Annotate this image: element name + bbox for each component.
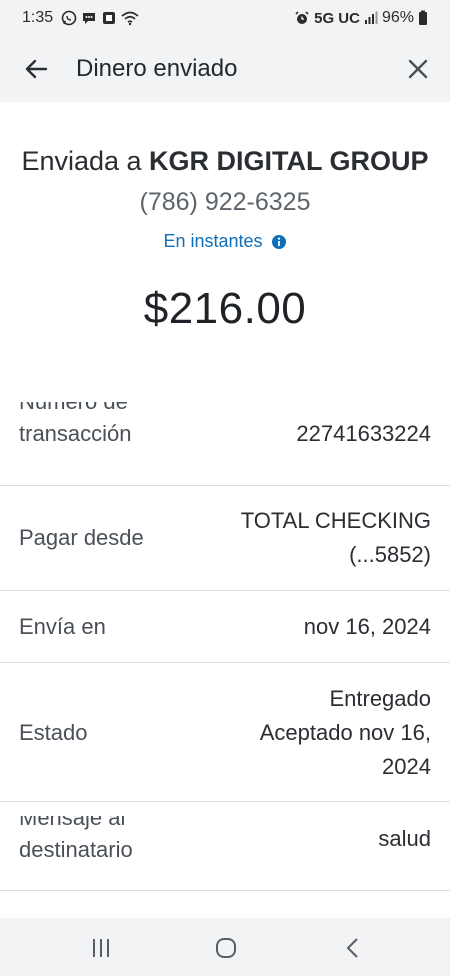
recipient-phone: (786) 922-6325 <box>139 188 311 216</box>
detail-row-send-date: Envía en nov 16, 2024 <box>0 591 450 663</box>
recent-apps-icon <box>93 939 109 957</box>
info-icon[interactable] <box>271 234 287 250</box>
detail-value: 22741633224 <box>296 421 431 446</box>
back-button[interactable] <box>20 53 52 85</box>
home-button[interactable] <box>211 935 241 961</box>
value-line-2: (...5852) <box>349 542 431 567</box>
sent-prefix: Enviada a <box>21 146 150 176</box>
delivery-speed[interactable]: En instantes <box>0 231 450 252</box>
chevron-left-icon <box>346 938 358 958</box>
value-line-1: Entregado <box>329 686 431 711</box>
detail-label: Mensaje al destinatario <box>19 816 133 878</box>
status-bar: 1:35 5G UC 96% <box>0 0 450 36</box>
label-line-2: transacción <box>19 421 132 446</box>
battery-label: 96% <box>381 9 414 26</box>
home-icon <box>216 938 236 958</box>
detail-row-transaction-number: Número de transacción 22741633224 <box>0 402 450 486</box>
close-button[interactable] <box>402 53 434 85</box>
arrow-left-icon <box>25 59 48 79</box>
sent-to-line: Enviada a KGR DIGITAL GROUP <box>0 146 450 177</box>
detail-value: Entregado Aceptado nov 16, 2024 <box>260 682 431 784</box>
value-line-1: TOTAL CHECKING <box>240 508 431 533</box>
detail-label: Número de transacción <box>19 402 132 466</box>
value-line-3: 2024 <box>382 754 431 779</box>
detail-row-message: Mensaje al destinatario salud <box>0 802 450 891</box>
app-header: Dinero enviado <box>0 36 450 102</box>
bank-icon <box>101 10 117 26</box>
chat-icon <box>81 10 97 26</box>
wifi-icon <box>121 10 139 26</box>
detail-label: Estado <box>19 720 88 745</box>
network-label: 5G UC <box>314 9 360 27</box>
label-line-2: destinatario <box>19 837 133 862</box>
detail-label: Envía en <box>19 614 106 639</box>
value-line-2: Aceptado nov 16, <box>259 720 431 745</box>
label-line-1: Mensaje al <box>19 816 126 830</box>
status-left: 1:35 <box>22 9 139 27</box>
detail-row-pay-from: Pagar desde TOTAL CHECKING (...5852) <box>0 486 450 591</box>
amount: $216.00 <box>143 284 307 333</box>
detail-value: TOTAL CHECKING (...5852) <box>241 504 431 572</box>
battery-icon <box>418 10 428 26</box>
recent-apps-button[interactable] <box>86 935 116 961</box>
whatsapp-icon <box>61 10 77 26</box>
detail-value: salud <box>378 826 431 851</box>
detail-value: nov 16, 2024 <box>303 614 431 639</box>
recipient-name: KGR DIGITAL GROUP <box>149 146 429 176</box>
detail-row-status: Estado Entregado Aceptado nov 16, 2024 <box>0 663 450 802</box>
label-line-1: Número de <box>19 402 132 418</box>
system-nav-bar <box>0 918 450 976</box>
delivery-speed-label: En instantes <box>163 231 263 251</box>
page-title: Dinero enviado <box>76 55 238 82</box>
signal-icon <box>364 11 378 25</box>
back-nav-button[interactable] <box>338 935 368 961</box>
status-right: 5G UC 96% <box>294 9 428 27</box>
detail-label: Pagar desde <box>19 525 144 550</box>
alarm-icon <box>294 10 310 26</box>
close-icon <box>408 59 428 79</box>
status-time: 1:35 <box>22 9 54 26</box>
